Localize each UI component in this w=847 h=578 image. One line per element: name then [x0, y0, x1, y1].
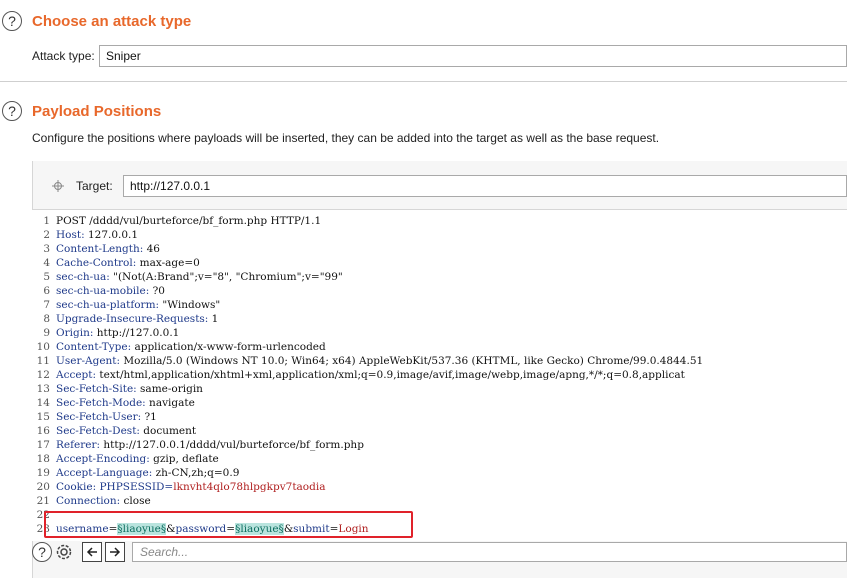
- request-line: 21 Connection: close: [36, 495, 151, 507]
- arrow-left-icon[interactable]: [82, 542, 102, 562]
- section-divider: [0, 81, 847, 82]
- request-line: 9 Origin: http://127.0.0.1: [43, 327, 180, 339]
- arrow-right-icon[interactable]: [105, 542, 125, 562]
- request-line: 1 POST /dddd/vul/burteforce/bf_form.php H…: [43, 215, 322, 227]
- target-input[interactable]: http://127.0.0.1: [123, 175, 847, 197]
- payload-positions-title: Payload Positions: [32, 103, 162, 120]
- attack-type-label: Attack type:: [32, 49, 95, 63]
- search-input[interactable]: Search...: [132, 542, 847, 562]
- request-line: 7 sec-ch-ua-platform: "Windows": [43, 299, 221, 311]
- annotation-highlight-box: [44, 511, 413, 538]
- request-line: 20 Cookie: PHPSESSID=lknvht4qlo78hlpgkpv7…: [36, 481, 326, 493]
- request-line: 18 Accept-Encoding: gzip, deflate: [36, 453, 219, 465]
- request-line: 8 Upgrade-Insecure-Requests: 1: [43, 313, 219, 325]
- gear-icon[interactable]: [54, 542, 74, 562]
- request-line: 17 Referer: http://127.0.0.1/dddd/vul/bur…: [36, 439, 364, 451]
- request-line: 5 sec-ch-ua: "(Not(A:Brand";v="8", "Chrom…: [43, 271, 343, 283]
- request-line: 15 Sec-Fetch-User: ?1: [36, 411, 157, 423]
- help-icon[interactable]: ?: [2, 11, 22, 31]
- request-line: 13 Sec-Fetch-Site: same-origin: [36, 383, 203, 395]
- request-line: 12 Accept: text/html,application/xhtml+xm…: [36, 369, 685, 381]
- request-line: 11 User-Agent: Mozilla/5.0 (Windows NT 10…: [36, 355, 704, 367]
- request-line: 2 Host: 127.0.0.1: [43, 229, 139, 241]
- request-line: 4 Cache-Control: max-age=0: [43, 257, 200, 269]
- request-line: 16 Sec-Fetch-Dest: document: [36, 425, 197, 437]
- request-editor[interactable]: 1 POST /dddd/vul/burteforce/bf_form.php H…: [32, 209, 847, 541]
- request-line: 19 Accept-Language: zh-CN,zh;q=0.9: [36, 467, 240, 479]
- attack-type-select[interactable]: Sniper: [99, 45, 847, 67]
- request-line: 6 sec-ch-ua-mobile: ?0: [43, 285, 165, 297]
- crosshair-icon: [52, 179, 64, 192]
- request-line: 10 Content-Type: application/x-www-form-u…: [36, 341, 326, 353]
- attack-type-title: Choose an attack type: [32, 13, 192, 30]
- request-line: 3 Content-Length: 46: [43, 243, 160, 255]
- request-line: 14 Sec-Fetch-Mode: navigate: [36, 397, 195, 409]
- help-icon[interactable]: ?: [32, 542, 52, 562]
- editor-toolbar: ? Search...: [32, 540, 847, 568]
- payload-positions-description: Configure the positions where payloads w…: [32, 131, 660, 145]
- help-icon[interactable]: ?: [2, 101, 22, 121]
- target-label: Target:: [76, 179, 113, 193]
